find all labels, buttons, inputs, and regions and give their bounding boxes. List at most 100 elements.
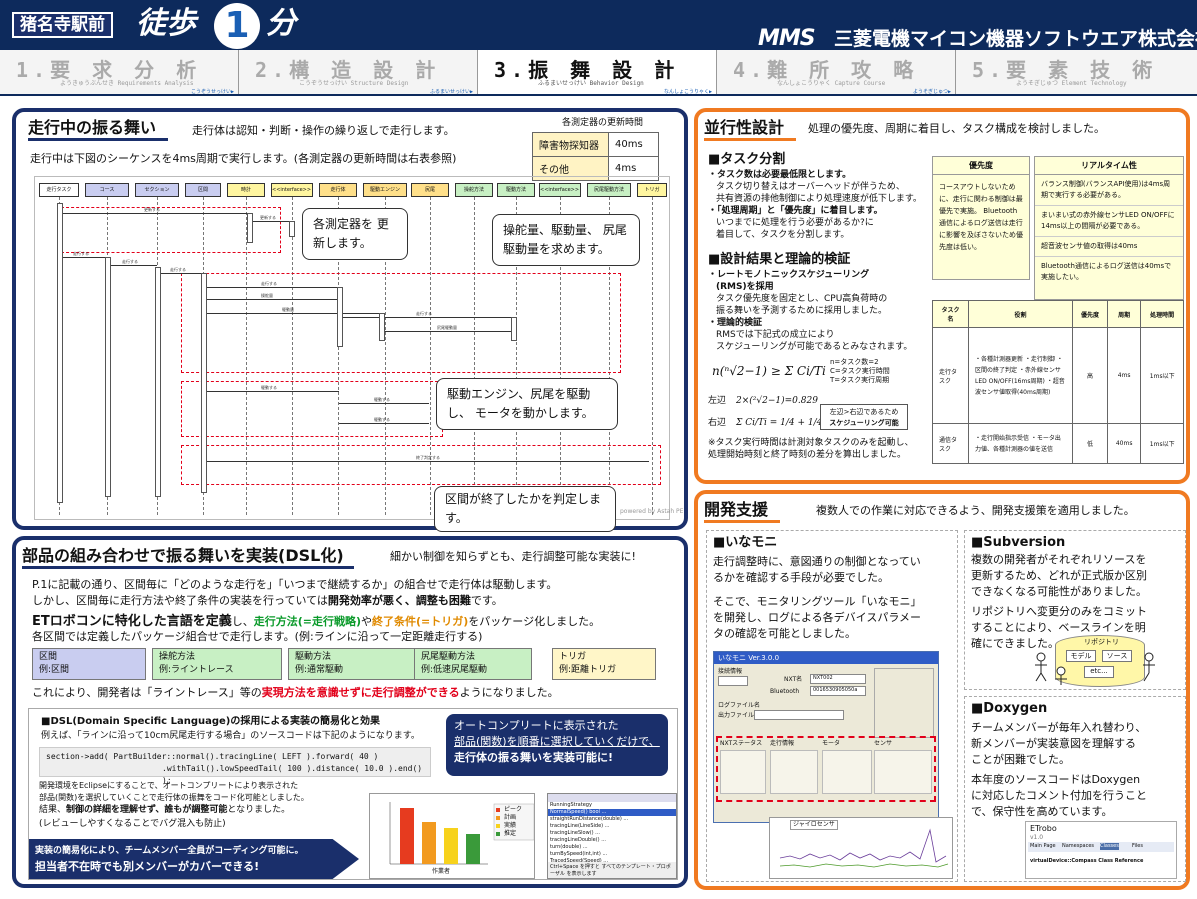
para-line: タスク切り替えはオーバーヘッドが伴うため、 <box>716 182 905 192</box>
minute-label: 分 <box>266 6 296 41</box>
pkg-name: 尻尾駆動方法 <box>421 652 476 662</box>
doxygen-screenshot: ETrobo v1.0 Main Page Namespaces Classes… <box>1025 821 1177 879</box>
table-header: 役割 <box>968 300 1073 328</box>
priority-head: 優先度 <box>933 157 1029 175</box>
lifeline-header: 尻尾 <box>411 183 449 197</box>
svn-text: 更新するため、どれが正式版か区別 <box>971 569 1147 582</box>
table-cell: 40ms <box>1106 423 1142 464</box>
text: や <box>361 615 373 628</box>
result-box: 左辺>右辺であるため スケジューリング可能 <box>820 404 908 430</box>
text-orange: 終了条件(=トリガ) <box>372 615 469 628</box>
connect-button[interactable] <box>718 676 748 686</box>
activation <box>201 273 207 493</box>
doxygen-text: で、保守性を高めています。 <box>971 805 1113 818</box>
pkg-drive: 駆動方法 例:通常駆動 <box>288 648 416 680</box>
behavior-panel: 走行中の振る舞い 走行体は認知・判断・操作の繰り返しで走行します。 走行中は下図… <box>12 108 688 533</box>
autocomplete-item[interactable]: tracingLineDouble() ... <box>548 837 676 844</box>
tab-next: こうぞうせっけい▶ <box>190 89 234 95</box>
inner-title: ■DSL(Domain Specific Language)の採用による実装の簡… <box>41 716 381 727</box>
lifeline-header: 区間 <box>185 183 221 197</box>
autocomplete-callout: オートコンプリートに表示された 部品(関数)を順番に選択していくだけで、 走行体… <box>446 714 668 776</box>
autocomplete-window: RunningStrategy NormalSpeed() bool ... str… <box>547 793 677 879</box>
behavior-title: 走行中の振る舞い <box>28 118 169 141</box>
note-line: 処理開始時刻と終了時刻の差分を算出しました。 <box>708 450 907 460</box>
para-line: ・「処理周期」と「優先度」に着目します。 <box>708 206 883 216</box>
svn-heading: ■Subversion <box>971 535 1066 550</box>
walk-label: 徒歩 <box>136 6 196 41</box>
devsupport-lead: 複数人での作業に対応できるよう、開発支援策を適用しました。 <box>816 504 1135 517</box>
minute-number: 1 <box>214 3 260 49</box>
message-label: 更新する <box>260 215 276 220</box>
autocomplete-item[interactable]: turn(double) ... <box>548 844 676 851</box>
inner-text: (レビューしやすくなることでバグ混入も防止) <box>39 819 226 829</box>
sensor-group <box>874 750 932 794</box>
nxt-name-input[interactable]: NXT002 <box>810 674 866 684</box>
tab-requirements[interactable]: 1.要 求 分 析 ようきゅうぶんせき Requirements Analysi… <box>0 50 239 95</box>
code-line: section->add( PartBuilder::normal().trac… <box>46 752 379 761</box>
right-side-label: 右辺 <box>708 418 727 428</box>
message-label: 終了判定する <box>416 455 440 460</box>
tab-behavior[interactable]: 3.振 舞 設 計 ふるまいせっけい Behavior Design なんしょこ… <box>478 50 717 95</box>
sequence-message <box>203 391 339 392</box>
para-line: 着目して、タスクを分割します。 <box>716 230 850 240</box>
autocomplete-item[interactable]: tracingLineSlow() ... <box>548 830 676 837</box>
dox-tab[interactable]: Classes <box>1100 843 1119 850</box>
logfile-input[interactable] <box>754 710 844 720</box>
result-line: 左辺>右辺であるため <box>829 408 899 416</box>
win-field: センサ <box>874 740 893 747</box>
dox-tab[interactable]: Main Page <box>1030 843 1056 850</box>
inamoni-text: 走行調整時に、意図通りの制御となってい <box>713 555 921 568</box>
behavior-desc: 走行中は下図のシーケンスを4ms周期で実行します。(各測定器の更新時間は右表参照… <box>30 152 457 165</box>
message-label: 駆動量 <box>282 307 294 312</box>
pkg-example: 例:距離トリガ <box>559 665 617 675</box>
chart-legend: 推定 <box>504 830 517 837</box>
inner-lead: 例えば、「ラインに沿って10cm尻尾走行する場合」のソースコードは下記のようにな… <box>41 731 420 741</box>
callout-update: 各測定器を 更新します。 <box>302 208 408 261</box>
tab-capture[interactable]: 4.難 所 攻 略 なんしょこうりゃく Capture Course ようそぎじ… <box>717 50 956 95</box>
developer-icons <box>1035 652 1155 685</box>
activation <box>247 213 253 243</box>
autocomplete-item[interactable]: tracingLine(LineSide) ... <box>548 823 676 830</box>
task-division-heading: ■タスク分割 <box>708 152 786 167</box>
win-field: NXT名 <box>784 676 803 683</box>
dox-tab[interactable]: Namespaces <box>1062 843 1094 850</box>
rms-formula: n(ⁿ√2−1) ≥ Σ Ci/Ti <box>712 364 826 378</box>
sequence-message <box>339 423 429 424</box>
text-green: 走行方法(=走行戦略) <box>253 615 362 628</box>
bluetooth-input[interactable]: 0016530905050a <box>810 686 866 696</box>
tab-element[interactable]: 5.要 素 技 術 ようそぎじゅつ Element Technology <box>956 50 1195 94</box>
callout-amounts: 操舵量、駆動量、 尻尾駆動量を求めます。 <box>492 214 640 267</box>
para-line: ・タスク数は必要最低限とします。 <box>708 170 852 180</box>
pkg-name: 操舵方法 <box>159 652 196 662</box>
svn-text: 確にできました。 <box>971 637 1059 650</box>
formula-legend: C=タスク実行時間 <box>830 367 890 375</box>
chart-legend: 実績 <box>504 822 517 829</box>
priority-text: コースアウトしないために、走行に関わる制御は最優先で実施。 Bluetooth通… <box>939 183 1023 251</box>
sequence-message <box>107 265 157 266</box>
autocomplete-item[interactable]: NormalSpeed() bool ... <box>548 809 676 816</box>
dsl-p5: これにより、開発者は「ライントレース」等の実現方法を意識せずに走行調整ができるよ… <box>32 686 559 700</box>
task-table: タスク名 役割 優先度 周期 処理時間 走行タスク ・各種計測器更新 ・走行制御… <box>932 300 1184 464</box>
dox-version: v1.0 <box>1030 834 1044 841</box>
tab-structure[interactable]: 2.構 造 設 計 こうぞうせっけい Structure Design ふるまい… <box>239 50 478 95</box>
dsl-p4: 各区間では定義したパッケージ組合せで走行します。(例:ラインに沿って一定距離走行… <box>32 630 483 643</box>
doxygen-heading: ■Doxygen <box>971 701 1048 716</box>
autocomplete-item[interactable]: straightRunDistance(double) ... <box>548 816 676 823</box>
activation <box>289 221 295 237</box>
autocomplete-item[interactable]: RunningStrategy <box>548 802 676 809</box>
dox-tab[interactable]: Files <box>1132 843 1143 850</box>
activation <box>379 313 385 341</box>
phase-tabs: 1.要 求 分 析 ようきゅうぶんせき Requirements Analysi… <box>0 50 1197 96</box>
graph-label: ジャイロセンサ <box>790 820 838 830</box>
realtime-head: リアルタイム性 <box>1035 157 1183 175</box>
autocomplete-item[interactable]: turnBySpeed(int,int) ... <box>548 851 676 858</box>
tab-next: ようそぎじゅつ▶ <box>912 89 951 95</box>
text: ようになりました。 <box>459 686 559 699</box>
svn-text: することにより、ベースラインを明 <box>971 621 1146 634</box>
table-header: 優先度 <box>1072 300 1108 328</box>
pkg-name: トリガ <box>559 652 587 662</box>
inamoni-text: そこで、モニタリングツール「いなモニ」 <box>713 595 922 608</box>
lifeline-header: 操舵方法 <box>455 183 493 197</box>
window-title: いなモニ Ver.3.0.0 <box>714 652 938 664</box>
table-header: 周期 <box>1106 300 1142 328</box>
